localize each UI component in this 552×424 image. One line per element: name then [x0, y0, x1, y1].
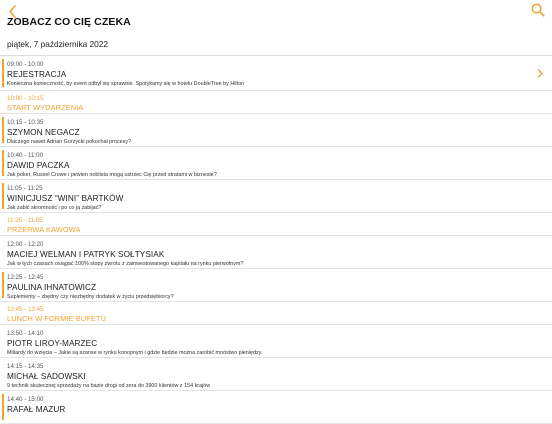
item-title: PAULINA IHNATOWICZ — [7, 283, 97, 292]
item-time: 11:05 - 11:25 — [7, 185, 43, 192]
agenda-item[interactable]: 14:40 - 15:00 RAFAŁ MAZUR — [0, 391, 552, 424]
chevron-right-icon — [537, 69, 543, 78]
item-time: 11:25 - 11:55 — [7, 217, 43, 224]
agenda-item[interactable]: 09:00 - 10:00 REJESTRACJA Konieczna koni… — [0, 56, 552, 91]
item-title: LUNCH W FORMIE BUFETU — [7, 314, 106, 323]
item-time: 12:00 - 12:20 — [7, 241, 44, 248]
item-time: 10:40 - 11:00 — [7, 152, 44, 159]
item-time: 12:45 - 13:45 — [7, 306, 44, 313]
item-description: Suplementy – zbędny czy niezbędny dodate… — [7, 293, 174, 300]
item-title: START WYDARZENIA — [7, 103, 84, 112]
item-time: 13:50 - 14:10 — [7, 330, 44, 337]
item-time: 10:15 - 10:35 — [7, 119, 44, 126]
item-title: WINICJUSZ “WINI” BARTKÓW — [7, 194, 124, 203]
item-time: 14:40 - 15:00 — [7, 396, 44, 403]
item-title: PIOTR LIROY-MARZEC — [7, 339, 98, 348]
item-time: 09:00 - 10:00 — [7, 61, 44, 68]
item-title: REJESTRACJA — [7, 70, 67, 79]
item-title: SZYMON NEGACZ — [7, 128, 80, 137]
item-title: MACIEJ WELMAN I PATRYK SOŁTYSIAK — [7, 250, 165, 259]
item-time: 14:15 - 14:35 — [7, 363, 44, 370]
agenda-break[interactable]: 10:00 - 10:15 START WYDARZENIA — [0, 91, 552, 114]
accent-bar — [2, 150, 4, 176]
agenda-item[interactable]: 12:25 - 12:45 PAULINA IHNATOWICZ Supleme… — [0, 269, 552, 302]
item-title: RAFAŁ MAZUR — [7, 405, 66, 414]
item-description: Jak poker, Russel Crowe i pewien noblist… — [7, 171, 217, 178]
accent-bar — [2, 117, 4, 143]
agenda-break[interactable]: 11:25 - 11:55 PRZERWA KAWOWA — [0, 213, 552, 236]
item-description: Dlaczego nawet Adrian Gorzycki pokochał … — [7, 138, 132, 145]
navigation-bar: ZOBACZ CO CIĘ CZEKA — [0, 0, 552, 35]
agenda-item[interactable]: 13:50 - 14:10 PIOTR LIROY-MARZEC Miliard… — [0, 325, 552, 358]
accent-bar — [2, 59, 4, 87]
item-title: PRZERWA KAWOWA — [7, 225, 81, 234]
agenda-item[interactable]: 10:40 - 11:00 DAWID PACZKA Jak poker, Ru… — [0, 147, 552, 180]
accent-bar — [2, 183, 4, 209]
item-description: Miliardy do wzięcia – Jakie są szanse w … — [7, 349, 263, 356]
search-button[interactable] — [530, 2, 546, 18]
item-description: 9 technik skutecznej sprzedaży na bazie … — [7, 382, 211, 389]
page-title: ZOBACZ CO CIĘ CZEKA — [7, 16, 131, 28]
item-time: 12:25 - 12:45 — [7, 274, 44, 281]
item-title: MICHAŁ SADOWSKI — [7, 372, 86, 381]
agenda-item[interactable]: 14:15 - 14:35 MICHAŁ SADOWSKI 9 technik … — [0, 358, 552, 391]
agenda-list: 09:00 - 10:00 REJESTRACJA Konieczna koni… — [0, 56, 552, 424]
item-description: Konieczna konieczność, by event odbył si… — [7, 80, 245, 87]
accent-bar — [2, 272, 4, 298]
date-header: piątek, 7 października 2022 — [7, 39, 109, 49]
item-time: 10:00 - 10:15 — [7, 95, 44, 102]
item-title: DAWID PACZKA — [7, 161, 70, 170]
agenda-item[interactable]: 11:05 - 11:25 WINICJUSZ “WINI” BARTKÓW J… — [0, 180, 552, 213]
accent-bar — [2, 394, 4, 420]
agenda-break[interactable]: 12:45 - 13:45 LUNCH W FORMIE BUFETU — [0, 302, 552, 325]
item-description: Jak zabić skromność i po co ją zabijać? — [7, 204, 102, 211]
search-icon — [531, 3, 545, 17]
agenda-item[interactable]: 10:15 - 10:35 SZYMON NEGACZ Dlaczego naw… — [0, 114, 552, 147]
agenda-item[interactable]: 12:00 - 12:20 MACIEJ WELMAN I PATRYK SOŁ… — [0, 236, 552, 269]
item-description: Jak w tych czasach osiągać 100% stopy zw… — [7, 260, 244, 267]
